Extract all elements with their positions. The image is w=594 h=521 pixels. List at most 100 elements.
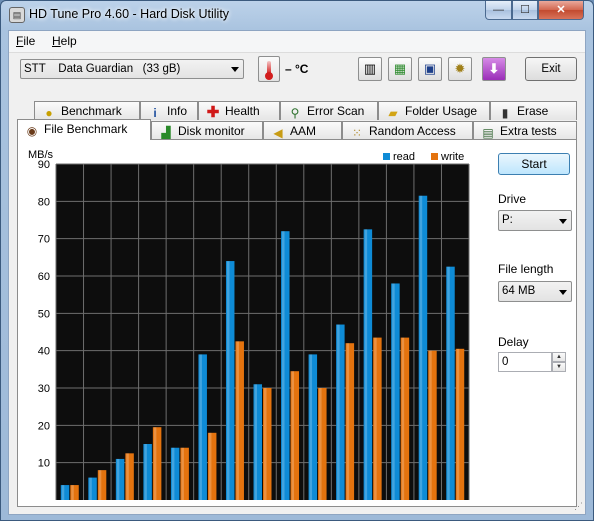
- close-button[interactable]: ✕: [538, 1, 584, 20]
- exit-button[interactable]: Exit: [525, 57, 577, 81]
- y-tick-label: 50: [38, 308, 50, 320]
- bar-highlight: [291, 371, 295, 500]
- window-title: HD Tune Pro 4.60 - Hard Disk Utility: [29, 7, 230, 21]
- bar-highlight: [71, 485, 74, 500]
- bar-highlight: [144, 444, 147, 500]
- tab-benchmark[interactable]: ● Benchmark: [34, 101, 140, 120]
- tab-aam[interactable]: ◀ AAM: [263, 121, 342, 140]
- bar-highlight: [374, 337, 377, 500]
- file-length-value: 64 MB: [502, 285, 536, 297]
- toolbar: STT Data Guardian (33 gB) – °C ▥ ▦ ▣ ✹ ⬇…: [9, 53, 585, 91]
- options-icon[interactable]: ✹: [448, 57, 472, 81]
- app-window: ▤ HD Tune Pro 4.60 - Hard Disk Utility —…: [0, 0, 594, 521]
- menu-bar: File Help: [9, 31, 585, 53]
- extra-tests-icon: ▤: [482, 126, 494, 140]
- bar-highlight: [364, 229, 368, 500]
- legend-swatch-read: [383, 153, 390, 160]
- drive-letter-select[interactable]: P:: [498, 210, 572, 231]
- copy-screenshot-icon[interactable]: ▦: [388, 57, 412, 81]
- side-controls: Start Drive P: File length 64 MB Delay 0…: [490, 140, 574, 500]
- bar-highlight: [98, 470, 102, 500]
- save-icon[interactable]: ▣: [418, 57, 442, 81]
- file-benchmark-panel: 102030405060708090MB/s0.5124816326412825…: [17, 139, 577, 518]
- thermometer-icon[interactable]: [258, 56, 280, 82]
- bar-highlight: [392, 283, 395, 500]
- tab-erase[interactable]: ▮ Erase: [490, 101, 577, 120]
- bar-highlight: [61, 485, 65, 500]
- chevron-down-icon: [559, 219, 567, 224]
- y-tick-label: 10: [38, 458, 50, 470]
- bar-highlight: [208, 432, 212, 500]
- drive-letter-value: P:: [502, 214, 513, 226]
- menu-help[interactable]: Help: [52, 34, 77, 48]
- minimize-button[interactable]: —: [485, 1, 512, 20]
- bar-highlight: [337, 324, 340, 500]
- random-access-icon: ⁙: [351, 126, 363, 140]
- file-length-select[interactable]: 64 MB: [498, 281, 572, 302]
- y-axis-label: MB/s: [28, 149, 54, 161]
- bar-highlight: [226, 261, 230, 500]
- maximize-button[interactable]: ☐: [512, 1, 538, 20]
- y-tick-label: 80: [38, 196, 50, 208]
- file-length-label: File length: [498, 262, 554, 276]
- file-benchmark-icon: ◉: [26, 124, 38, 138]
- bar-highlight: [429, 350, 432, 500]
- menu-file[interactable]: File: [16, 34, 35, 48]
- temperature-readout: – °C: [285, 62, 309, 76]
- bar-highlight: [282, 231, 285, 500]
- trash-icon: ▮: [501, 106, 509, 120]
- bar-highlight: [153, 427, 157, 500]
- legend-swatch-write: [431, 153, 438, 160]
- tab-extra-tests[interactable]: ▤ Extra tests: [473, 121, 577, 140]
- bar-highlight: [401, 337, 405, 500]
- health-icon: ✚: [206, 104, 220, 121]
- tab-info[interactable]: i Info: [140, 101, 198, 120]
- bar-highlight: [456, 348, 460, 500]
- tab-error-scan[interactable]: ⚲ Error Scan: [280, 101, 378, 120]
- y-tick-label: 30: [38, 383, 50, 395]
- transfer-chart: 102030405060708090MB/s0.5124816326412825…: [28, 149, 470, 518]
- copy-text-icon[interactable]: ▥: [358, 57, 382, 81]
- drive-select[interactable]: STT Data Guardian (33 gB): [20, 59, 244, 79]
- legend-label-write: write: [440, 151, 464, 163]
- y-tick-label: 70: [38, 234, 50, 246]
- drive-icon: ▤: [9, 7, 25, 23]
- y-tick-label: 20: [38, 420, 50, 432]
- bar-highlight: [89, 477, 92, 500]
- bar-highlight: [264, 388, 267, 500]
- delay-label: Delay: [498, 335, 529, 349]
- bar-highlight: [319, 388, 322, 500]
- y-tick-label: 60: [38, 271, 50, 283]
- bar-highlight: [116, 458, 120, 500]
- benchmark-icon: ●: [45, 106, 53, 120]
- spin-down-icon[interactable]: ▼: [552, 362, 566, 372]
- chart-area: 102030405060708090MB/s0.5124816326412825…: [18, 140, 478, 518]
- info-icon: i: [153, 106, 157, 120]
- bar-highlight: [254, 384, 257, 500]
- bar-highlight: [309, 354, 313, 500]
- bar-highlight: [126, 453, 129, 500]
- tab-random-access[interactable]: ⁙ Random Access: [342, 121, 473, 140]
- tab-file-benchmark[interactable]: ◉ File Benchmark: [17, 119, 151, 140]
- error-scan-icon: ⚲: [290, 106, 300, 120]
- spin-up-icon[interactable]: ▲: [552, 352, 566, 362]
- chevron-down-icon: [559, 290, 567, 295]
- tab-health[interactable]: ✚ Health: [198, 101, 280, 120]
- client-area: File Help STT Data Guardian (33 gB) – °C…: [8, 30, 586, 518]
- bar-highlight: [199, 354, 202, 500]
- tab-disk-monitor[interactable]: ▟ Disk monitor: [151, 121, 263, 140]
- tab-folder-usage[interactable]: ▰ Folder Usage: [378, 101, 490, 120]
- drive-select-value: STT Data Guardian (33 gB): [24, 63, 181, 75]
- bar-highlight: [171, 447, 175, 500]
- bar-highlight: [346, 343, 350, 500]
- title-bar[interactable]: ▤ HD Tune Pro 4.60 - Hard Disk Utility —…: [1, 1, 593, 29]
- legend-label-read: read: [393, 151, 415, 163]
- bar-highlight: [236, 341, 239, 500]
- bar-highlight: [447, 266, 450, 500]
- drive-label: Drive: [498, 192, 527, 206]
- download-icon[interactable]: ⬇: [482, 57, 506, 81]
- bar-highlight: [419, 195, 423, 500]
- start-button[interactable]: Start: [498, 153, 570, 175]
- folder-icon: ▰: [388, 106, 398, 120]
- delay-input[interactable]: 0: [498, 352, 552, 372]
